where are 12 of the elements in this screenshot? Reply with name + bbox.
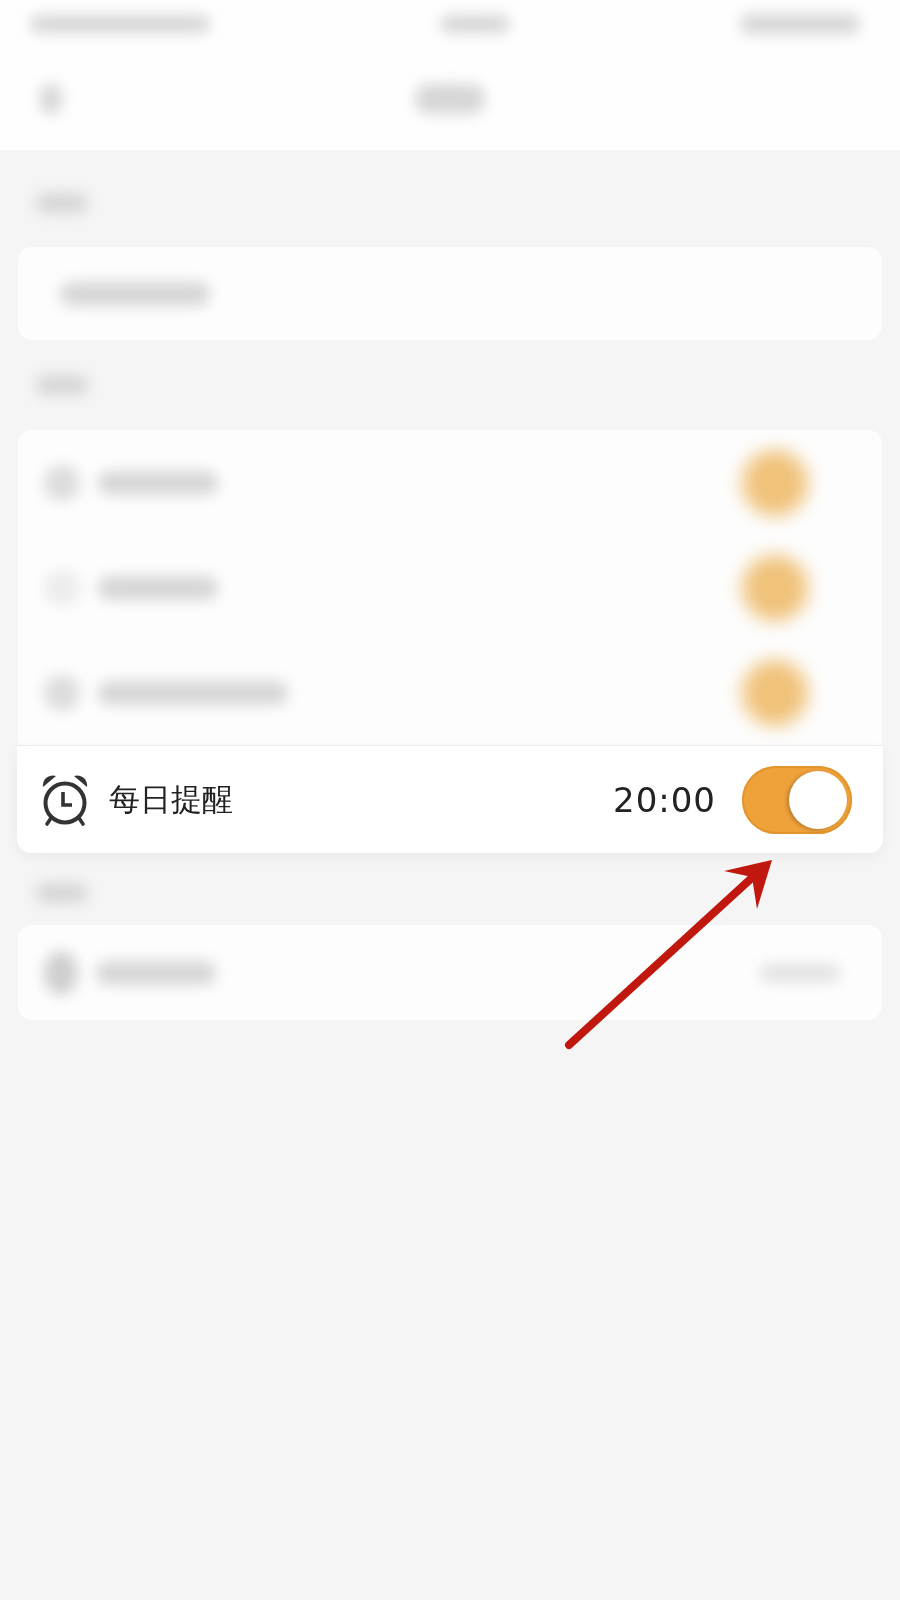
blurred-status-icon bbox=[740, 14, 860, 34]
reminder-label: 每日提醒 bbox=[109, 779, 233, 819]
blurred-circle bbox=[742, 659, 808, 726]
blurred-circle bbox=[742, 449, 808, 516]
reminder-time: 20:00 bbox=[613, 779, 716, 820]
blurred-icon bbox=[44, 464, 80, 501]
blurred-back-icon bbox=[40, 84, 62, 114]
blurred-status-text bbox=[440, 15, 510, 33]
blurred-icon bbox=[44, 674, 80, 711]
blurred-circle bbox=[742, 554, 808, 621]
blurred-icon bbox=[44, 950, 78, 995]
blurred-title bbox=[415, 84, 485, 114]
